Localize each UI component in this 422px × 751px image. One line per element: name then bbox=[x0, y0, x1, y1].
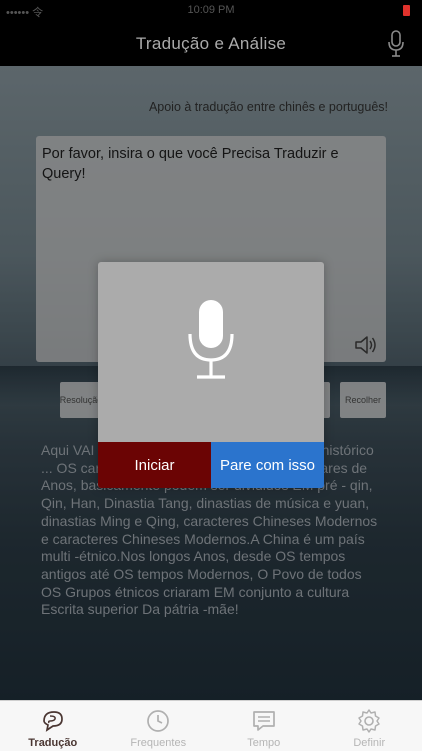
tab-traducao[interactable]: Tradução bbox=[0, 701, 106, 751]
page-title: Tradução e Análise bbox=[0, 34, 422, 54]
tab-label: Definir bbox=[317, 737, 422, 749]
microphone-icon[interactable] bbox=[386, 30, 406, 58]
microphone-icon bbox=[187, 298, 235, 380]
tab-frequentes[interactable]: Frequentes bbox=[106, 701, 212, 751]
clock-icon bbox=[145, 708, 171, 734]
voice-input-dialog: Iniciar Pare com isso bbox=[98, 262, 324, 488]
tab-tempo[interactable]: Tempo bbox=[211, 701, 317, 751]
speaker-icon[interactable] bbox=[354, 334, 378, 356]
tab-definir[interactable]: Definir bbox=[317, 701, 422, 751]
resolve-button[interactable]: Resolução bbox=[60, 382, 102, 418]
battery-icon bbox=[403, 5, 410, 16]
tab-label: Tradução bbox=[0, 737, 106, 749]
tab-label: Tempo bbox=[211, 737, 317, 749]
support-text: Apoio à tradução entre chinês e portuguê… bbox=[149, 100, 388, 114]
translate-icon bbox=[40, 708, 66, 734]
gear-icon bbox=[356, 708, 382, 734]
nav-bar: Tradução e Análise bbox=[0, 22, 422, 66]
collect-button[interactable]: Recolher bbox=[340, 382, 386, 418]
tab-bar: Tradução Frequentes Tempo Definir bbox=[0, 700, 422, 751]
input-placeholder: Por favor, insira o que você Precisa Tra… bbox=[42, 144, 380, 184]
tab-label: Frequentes bbox=[106, 737, 212, 749]
start-button[interactable]: Iniciar bbox=[98, 442, 211, 488]
status-bar: •••••• 令 10:09 PM bbox=[0, 0, 422, 22]
carrier-signal: •••••• 令 bbox=[6, 4, 43, 20]
status-time: 10:09 PM bbox=[187, 4, 234, 16]
message-icon bbox=[251, 708, 277, 734]
stop-button[interactable]: Pare com isso bbox=[211, 442, 324, 488]
